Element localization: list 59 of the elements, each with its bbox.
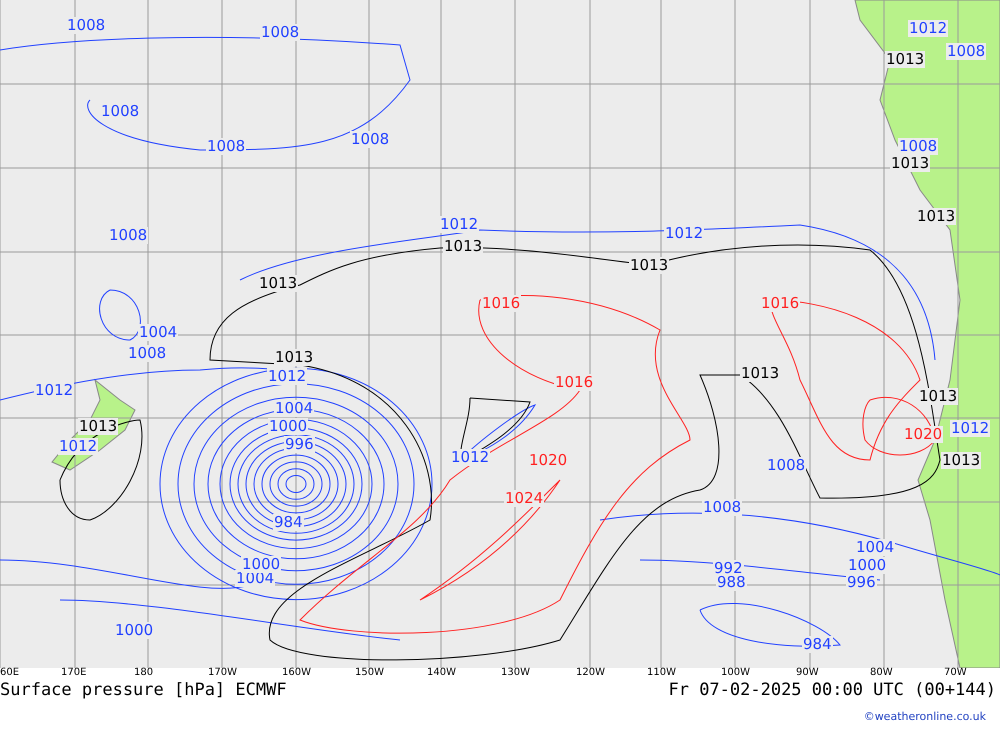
longitude-label: 170W: [208, 667, 237, 679]
isobar-label: 1013: [629, 257, 670, 274]
longitude-label: 180: [134, 667, 154, 679]
isobar-label: 1008: [108, 227, 148, 244]
isobar-label: 1012: [450, 449, 490, 466]
longitude-label: 90W: [796, 667, 819, 679]
isobar-label: 1000: [114, 622, 154, 639]
valid-time: Fr 07-02-2025 00:00 UTC (00+144): [668, 680, 996, 700]
isobar-label: 1016: [481, 295, 522, 312]
isobar-label: 996: [284, 436, 315, 453]
isobar-label: 1008: [350, 131, 390, 148]
isobar-label: 984: [273, 514, 304, 531]
longitude-label: 120W: [576, 667, 605, 679]
longitude-label: 150W: [355, 667, 384, 679]
isobar-label: 1013: [916, 208, 956, 225]
isobar-label: 1004: [274, 400, 314, 417]
isobar-label: 1000: [268, 418, 308, 435]
isobar-label: 1013: [918, 388, 958, 405]
isobar-label: 1004: [855, 539, 896, 556]
isobar-label: 1000: [847, 557, 888, 574]
isobar-label: 1020: [903, 426, 944, 443]
longitude-label: 70W: [944, 667, 967, 679]
isobar-label: 1008: [702, 499, 742, 516]
isobar-label: 984: [802, 636, 833, 653]
isobar-label: 1013: [78, 418, 118, 435]
isobar-label: 1012: [58, 438, 98, 455]
longitude-label: 160W: [282, 667, 311, 679]
isobar-label: 988: [716, 574, 747, 591]
longitude-label: 110W: [647, 667, 676, 679]
isobar-label: 1008: [127, 345, 168, 362]
isobar-label: 1008: [260, 24, 300, 41]
isobar-label: 1013: [274, 349, 314, 366]
longitude-label: 100W: [721, 667, 750, 679]
isobar-label: 1008: [66, 17, 106, 34]
isobar-label: 1008: [206, 138, 246, 155]
isobar-label: 1013: [443, 238, 484, 255]
isobar-label: 1013: [941, 452, 982, 469]
isobar-label: 1012: [950, 420, 990, 437]
isobar-label: 1008: [946, 43, 986, 60]
isobar-label: 1016: [760, 295, 800, 312]
isobar-label: 1013: [740, 365, 780, 382]
isobar-label: 1013: [258, 275, 298, 292]
isobar-label: 1000: [241, 556, 282, 573]
isobar-label: 1008: [898, 138, 938, 155]
isobar-label: 1012: [439, 216, 480, 233]
longitude-label: 170E: [61, 667, 86, 679]
isobar-label: 1012: [267, 368, 308, 385]
chart-title: Surface pressure [hPa] ECMWF: [0, 680, 287, 700]
isobar-label: 1013: [885, 51, 926, 68]
longitude-label: 140W: [427, 667, 456, 679]
isobar-label: 1016: [554, 374, 594, 391]
longitude-label: 60E: [0, 667, 20, 679]
longitude-label: 130W: [501, 667, 530, 679]
isobar-label: 1013: [890, 155, 930, 172]
longitude-label: 80W: [870, 667, 893, 679]
isobar-label: 1024: [504, 490, 544, 507]
credit-link[interactable]: ©weatheronline.co.uk: [864, 710, 986, 723]
isobar-label: 1004: [138, 324, 178, 341]
isobar-label: 1012: [908, 20, 948, 37]
